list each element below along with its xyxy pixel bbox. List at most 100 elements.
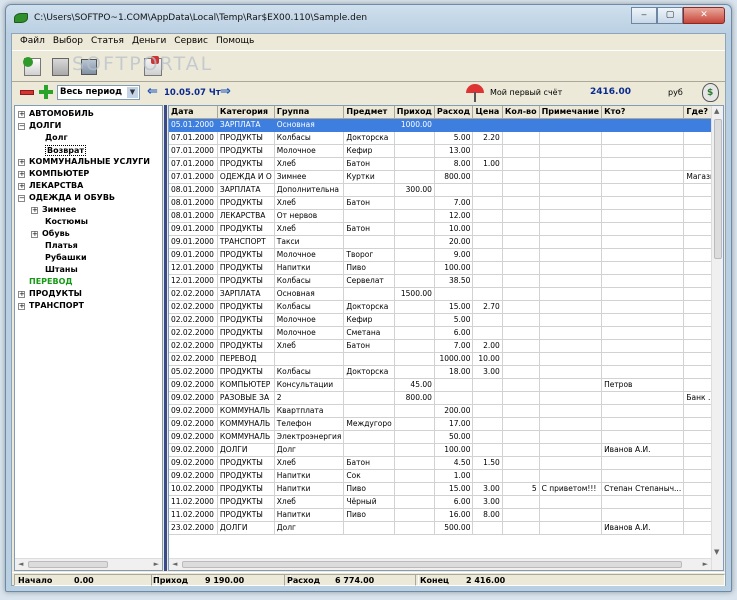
splitter[interactable] bbox=[164, 105, 167, 571]
table-cell[interactable] bbox=[601, 131, 685, 145]
table-row[interactable]: 02.02.2000 ПРОДУКТЫ Молочное Кефир 5.00 bbox=[169, 313, 723, 327]
table-cell[interactable] bbox=[394, 365, 435, 379]
table-cell[interactable] bbox=[539, 235, 603, 249]
table-cell[interactable]: 09.01.2000 bbox=[169, 235, 218, 249]
table-cell[interactable]: 02.02.2000 bbox=[169, 326, 218, 340]
table-row[interactable]: 09.01.2000 ПРОДУКТЫ Хлеб Батон 10.00 bbox=[169, 222, 723, 236]
table-cell[interactable] bbox=[601, 365, 685, 379]
table-row[interactable]: 05.02.2000 ПРОДУКТЫ Колбасы Докторска 18.00 3… bbox=[169, 365, 723, 379]
table-cell[interactable] bbox=[502, 235, 540, 249]
table-cell[interactable]: Квартплата bbox=[274, 404, 345, 418]
tree-item[interactable]: АВТОМОБИЛЬ bbox=[29, 109, 94, 118]
table-cell[interactable]: Батон bbox=[343, 222, 395, 236]
table-row[interactable]: 09.02.2000 КОММУНАЛЬ Телефон Междугоро 17.00 bbox=[169, 417, 723, 431]
table-row[interactable]: 07.01.2000 ОДЕЖДА И О Зимнее Куртки 800.00 Ма… bbox=[169, 170, 723, 184]
table-cell[interactable] bbox=[394, 196, 435, 210]
table-cell[interactable]: 11.02.2000 bbox=[169, 495, 218, 509]
table-cell[interactable] bbox=[601, 508, 685, 522]
table-cell[interactable]: Батон bbox=[343, 196, 395, 210]
table-cell[interactable] bbox=[502, 521, 540, 535]
table-cell[interactable]: 17.00 bbox=[434, 417, 474, 431]
table-cell[interactable] bbox=[601, 196, 685, 210]
table-cell[interactable]: 3.00 bbox=[472, 365, 503, 379]
table-cell[interactable] bbox=[394, 352, 435, 366]
table-cell[interactable]: 02.02.2000 bbox=[169, 300, 218, 314]
table-cell[interactable]: 2.00 bbox=[472, 339, 503, 353]
table-cell[interactable]: Зимнее bbox=[274, 170, 345, 184]
table-cell[interactable] bbox=[472, 521, 503, 535]
table-cell[interactable]: 02.02.2000 bbox=[169, 287, 218, 301]
scroll-left-icon[interactable]: ◄ bbox=[18, 560, 23, 568]
table-cell[interactable]: ПРОДУКТЫ bbox=[217, 300, 275, 314]
table-cell[interactable] bbox=[343, 521, 395, 535]
vertical-scrollbar[interactable]: ▲ ▼ bbox=[711, 106, 723, 570]
table-cell[interactable] bbox=[472, 404, 503, 418]
table-cell[interactable]: Хлеб bbox=[274, 196, 345, 210]
table-cell[interactable] bbox=[343, 378, 395, 392]
table-cell[interactable] bbox=[394, 261, 435, 275]
table-cell[interactable] bbox=[394, 443, 435, 457]
table-cell[interactable] bbox=[343, 235, 395, 249]
add-icon[interactable] bbox=[39, 85, 53, 99]
table-cell[interactable]: 8.00 bbox=[472, 508, 503, 522]
table-cell[interactable]: 7.00 bbox=[434, 196, 474, 210]
table-cell[interactable]: Петров bbox=[601, 378, 685, 392]
maximize-button[interactable]: ▢ bbox=[657, 7, 683, 24]
table-cell[interactable] bbox=[502, 443, 540, 457]
table-cell[interactable] bbox=[502, 157, 540, 171]
table-cell[interactable] bbox=[343, 352, 395, 366]
table-cell[interactable]: 23.02.2000 bbox=[169, 521, 218, 535]
new-file-button[interactable] bbox=[20, 54, 44, 78]
table-cell[interactable] bbox=[502, 404, 540, 418]
table-cell[interactable] bbox=[502, 118, 540, 132]
scroll-up-icon[interactable]: ▲ bbox=[714, 107, 719, 115]
table-cell[interactable] bbox=[601, 157, 685, 171]
table-row[interactable]: 02.02.2000 ПРОДУКТЫ Хлеб Батон 7.00 2.00 bbox=[169, 339, 723, 353]
table-cell[interactable]: 38.50 bbox=[434, 274, 474, 288]
table-cell[interactable] bbox=[601, 469, 685, 483]
table-row[interactable]: 07.01.2000 ПРОДУКТЫ Колбасы Докторска 5.00 2.… bbox=[169, 131, 723, 145]
table-cell[interactable] bbox=[394, 274, 435, 288]
title-bar[interactable]: C:\Users\SOFTPO~1.COM\AppData\Local\Temp… bbox=[6, 5, 731, 33]
tree-item[interactable]: Зимнее bbox=[42, 205, 76, 214]
table-cell[interactable]: 1500.00 bbox=[394, 287, 435, 301]
table-row[interactable]: 09.02.2000 КОММУНАЛЬ Электроэнергия 50.00 bbox=[169, 430, 723, 444]
table-cell[interactable] bbox=[601, 417, 685, 431]
tree-item[interactable]: Обувь bbox=[42, 229, 70, 238]
table-cell[interactable] bbox=[601, 339, 685, 353]
scroll-thumb[interactable] bbox=[714, 119, 722, 259]
table-cell[interactable]: Колбасы bbox=[274, 274, 345, 288]
table-cell[interactable] bbox=[539, 209, 603, 223]
table-cell[interactable]: 02.02.2000 bbox=[169, 352, 218, 366]
table-cell[interactable] bbox=[472, 430, 503, 444]
table-cell[interactable]: 1.00 bbox=[472, 157, 503, 171]
table-cell[interactable] bbox=[394, 131, 435, 145]
table-cell[interactable] bbox=[539, 144, 603, 158]
table-cell[interactable]: Междугоро bbox=[343, 417, 395, 431]
table-row[interactable]: 11.02.2000 ПРОДУКТЫ Хлеб Чёрный 6.00 3.00 bbox=[169, 495, 723, 509]
table-cell[interactable]: 09.01.2000 bbox=[169, 222, 218, 236]
table-cell[interactable]: 10.00 bbox=[434, 222, 474, 236]
table-cell[interactable] bbox=[343, 183, 395, 197]
table-cell[interactable]: 12.01.2000 bbox=[169, 261, 218, 275]
table-cell[interactable] bbox=[394, 144, 435, 158]
menu-file[interactable]: Файл bbox=[16, 34, 49, 49]
table-cell[interactable]: ПРОДУКТЫ bbox=[217, 495, 275, 509]
table-cell[interactable]: 45.00 bbox=[394, 378, 435, 392]
tree-expander[interactable]: + bbox=[18, 183, 25, 190]
table-cell[interactable]: С приветом!!! bbox=[539, 482, 603, 496]
table-cell[interactable] bbox=[472, 248, 503, 262]
table-cell[interactable] bbox=[539, 469, 603, 483]
table-cell[interactable]: ПРОДУКТЫ bbox=[217, 482, 275, 496]
money-bag-icon[interactable] bbox=[702, 83, 719, 102]
table-cell[interactable] bbox=[539, 300, 603, 314]
table-cell[interactable] bbox=[539, 339, 603, 353]
table-cell[interactable] bbox=[539, 248, 603, 262]
table-cell[interactable]: Пиво bbox=[343, 482, 395, 496]
table-cell[interactable] bbox=[539, 157, 603, 171]
table-cell[interactable] bbox=[539, 352, 603, 366]
table-cell[interactable]: Хлеб bbox=[274, 222, 345, 236]
tree-item[interactable]: ЛЕКАРСТВА bbox=[29, 181, 83, 190]
table-cell[interactable]: Пиво bbox=[343, 508, 395, 522]
tree-expander[interactable]: + bbox=[18, 159, 25, 166]
